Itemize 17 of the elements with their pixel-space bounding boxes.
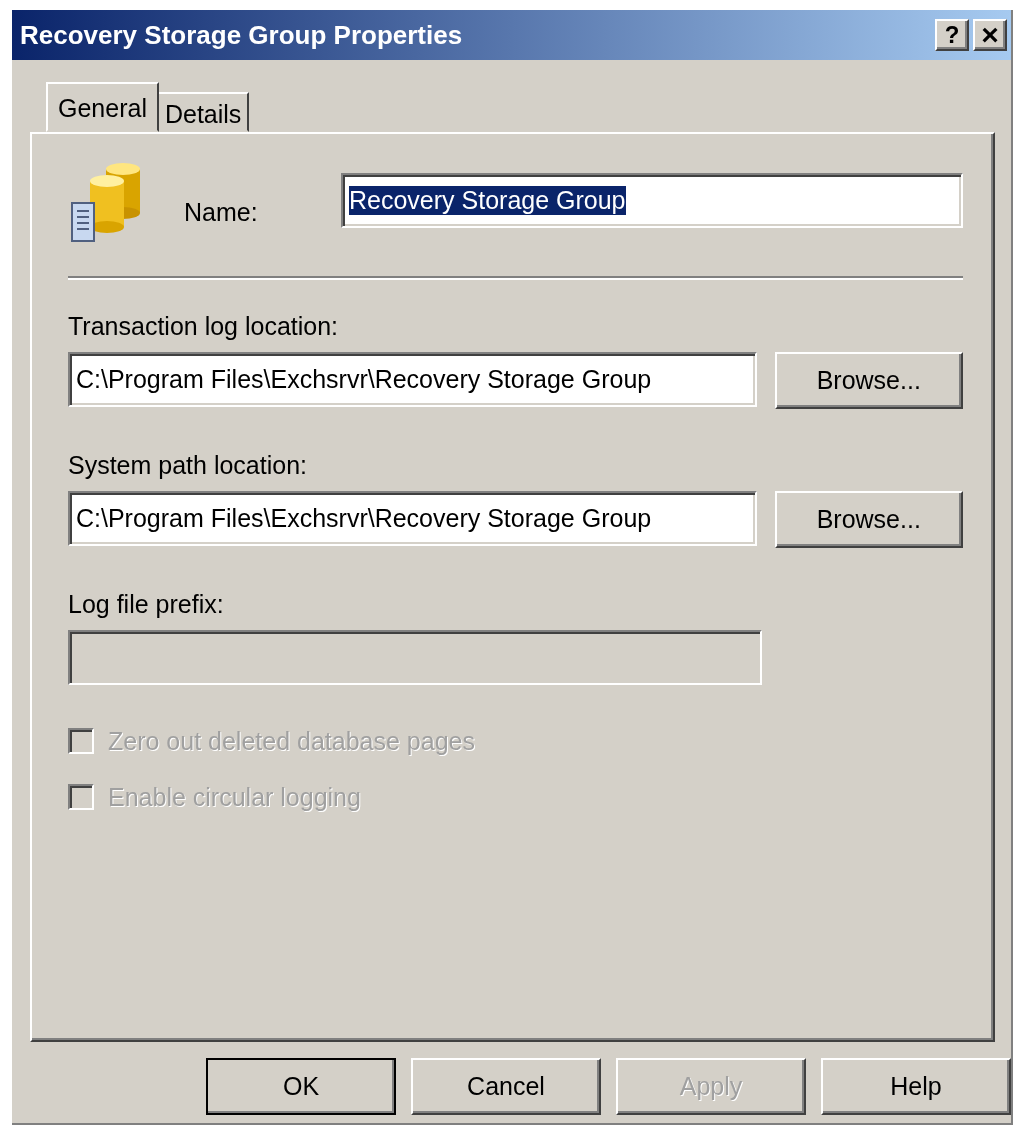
path-field[interactable]: C:\Program Files\Exchsrvr\Recovery Storage Group (68, 491, 757, 546)
close-button[interactable]: × (973, 19, 1007, 51)
window-title: Recovery Storage Group Properties (20, 19, 464, 51)
browse-button[interactable]: Browse... (774, 491, 963, 548)
field-label: System path location: (68, 451, 308, 481)
tab[interactable]: Details (156, 92, 250, 132)
name-field[interactable]: Recovery Storage Group (341, 172, 963, 228)
ok-button[interactable]: OK (206, 1058, 396, 1115)
path-field[interactable]: C:\Program Files\Exchsrvr\Recovery Storage Group (68, 352, 757, 407)
browse-button[interactable]: Browse... (774, 352, 963, 409)
name-label: Name: (184, 197, 259, 227)
cancel-button[interactable]: Cancel (411, 1058, 601, 1115)
help-button[interactable]: ? (935, 19, 969, 51)
field-label: Transaction log location: (68, 312, 340, 342)
help-button[interactable]: Help (821, 1058, 1011, 1115)
tab[interactable]: General (46, 82, 159, 132)
field-label: Log file prefix: (68, 590, 225, 620)
